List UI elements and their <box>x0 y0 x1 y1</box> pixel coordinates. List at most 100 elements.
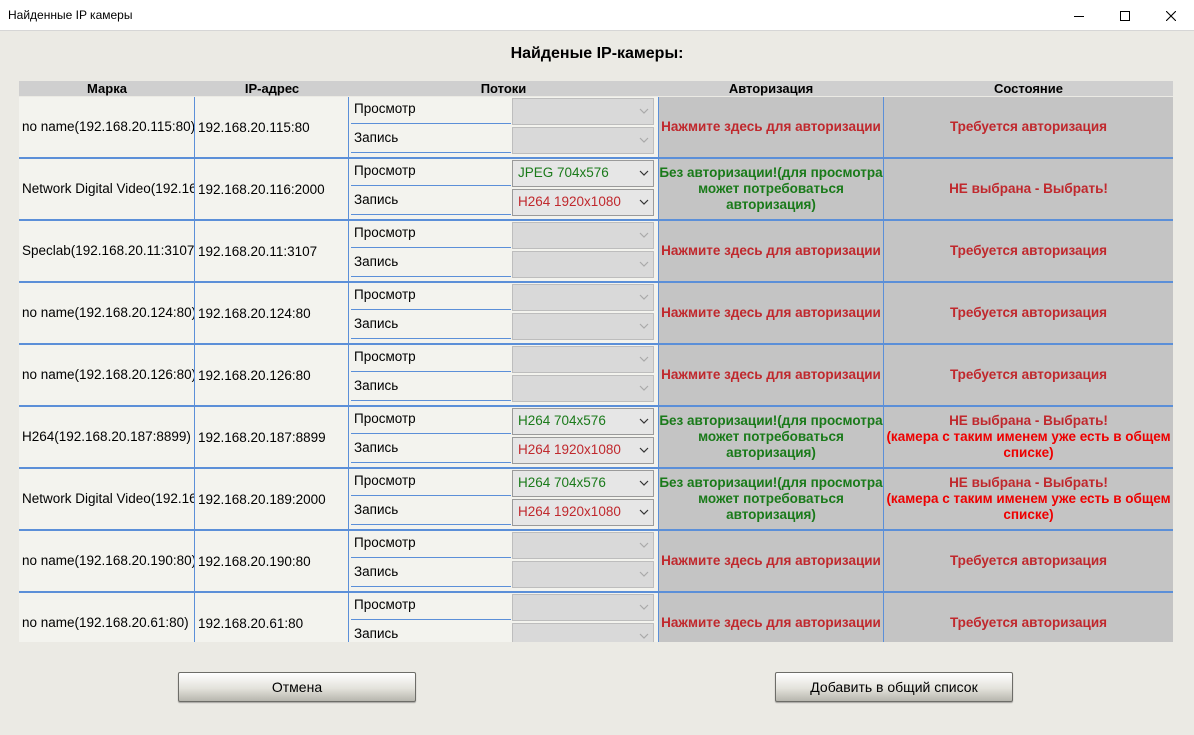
add-to-list-button[interactable]: Добавить в общий список <box>775 672 1013 702</box>
chevron-down-icon <box>639 542 649 548</box>
close-icon <box>1166 10 1176 21</box>
view-stream-label: Просмотр <box>351 593 511 620</box>
record-stream-select[interactable]: H264 1920x1080 <box>512 189 654 216</box>
auth-status: Нажмите здесь для авторизации <box>661 367 881 382</box>
brand-cell: no name(192.168.20.190:80) <box>19 531 195 591</box>
state-cell[interactable]: Требуется авторизация <box>884 345 1173 405</box>
cancel-button[interactable]: Отмена <box>178 672 416 702</box>
record-stream-select[interactable] <box>512 623 654 642</box>
camera-state: Требуется авторизация <box>949 553 1108 568</box>
camera-ip: 192.168.20.189:2000 <box>198 491 326 507</box>
auth-status: Без авторизации!(для просмотра может пот… <box>659 165 883 212</box>
view-stream-select[interactable]: H264 704x576 <box>512 408 654 435</box>
camera-state: Требуется авторизация <box>949 305 1108 320</box>
camera-state: НЕ выбрана - Выбрать! <box>949 413 1108 428</box>
state-text-group: Требуется авторизация <box>950 305 1107 321</box>
state-cell[interactable]: Требуется авторизация <box>884 221 1173 281</box>
auth-cell[interactable]: Без авторизации!(для просмотра может пот… <box>658 407 884 467</box>
record-stream-select[interactable] <box>512 561 654 588</box>
maximize-icon <box>1120 10 1130 21</box>
chevron-down-icon <box>639 170 649 176</box>
state-cell[interactable]: Требуется авторизация <box>884 97 1173 157</box>
view-stream-select[interactable] <box>512 98 654 125</box>
streams-cell: Просмотр Запись H264 704x576 H264 1920x1080 <box>349 407 658 467</box>
state-text-group: НЕ выбрана - Выбрать! <box>949 181 1108 197</box>
view-stream-select[interactable] <box>512 532 654 559</box>
record-stream-select[interactable]: H264 1920x1080 <box>512 437 654 464</box>
record-stream-select[interactable] <box>512 251 654 278</box>
auth-cell[interactable]: Нажмите здесь для авторизации <box>658 221 884 281</box>
chevron-down-icon <box>639 199 649 205</box>
column-header-brand: Марка <box>87 81 127 96</box>
brand-cell: no name(192.168.20.115:80) <box>19 97 195 157</box>
record-stream-select[interactable]: H264 1920x1080 <box>512 499 654 526</box>
table-row: Speclab(192.168.20.11:3107) 192.168.20.11… <box>19 221 1173 283</box>
streams-cell: Просмотр Запись JPEG 704x576 H264 1920x1080 <box>349 159 658 219</box>
view-stream-select[interactable]: H264 704x576 <box>512 470 654 497</box>
camera-state: Требуется авторизация <box>949 243 1108 258</box>
chevron-down-icon <box>639 137 649 143</box>
state-cell[interactable]: Требуется авторизация <box>884 593 1173 642</box>
minimize-button[interactable] <box>1056 0 1102 31</box>
view-stream-select[interactable] <box>512 284 654 311</box>
record-stream-label: Запись <box>351 188 511 215</box>
view-stream-select[interactable] <box>512 346 654 373</box>
record-stream-label: Запись <box>351 498 511 525</box>
record-stream-select[interactable] <box>512 127 654 154</box>
auth-cell[interactable]: Нажмите здесь для авторизации <box>658 283 884 343</box>
column-header-auth: Авторизация <box>728 81 814 96</box>
brand-cell: no name(192.168.20.126:80) <box>19 345 195 405</box>
auth-cell[interactable]: Нажмите здесь для авторизации <box>658 97 884 157</box>
chevron-down-icon <box>639 232 649 238</box>
auth-status: Нажмите здесь для авторизации <box>661 615 881 630</box>
view-stream-select[interactable] <box>512 594 654 621</box>
camera-brand: Network Digital Video(192.168.20.189:200… <box>22 491 194 506</box>
chevron-down-icon <box>639 447 649 453</box>
state-cell[interactable]: НЕ выбрана - Выбрать! (камера с таким име… <box>884 407 1173 467</box>
view-stream-label: Просмотр <box>351 283 511 310</box>
auth-cell[interactable]: Нажмите здесь для авторизации <box>658 345 884 405</box>
view-stream-select[interactable]: JPEG 704x576 <box>512 160 654 187</box>
camera-state-note: (камера с таким именем уже есть в общем … <box>886 429 1171 460</box>
view-stream-value: H264 704x576 <box>518 475 606 490</box>
ip-cell: 192.168.20.187:8899 <box>195 407 349 467</box>
camera-ip: 192.168.20.61:80 <box>198 615 304 631</box>
view-stream-label: Просмотр <box>351 97 511 124</box>
column-header-ip: IP-адрес <box>244 81 300 96</box>
record-stream-label: Запись <box>351 622 511 642</box>
record-stream-value: H264 1920x1080 <box>518 442 621 457</box>
state-cell[interactable]: НЕ выбрана - Выбрать! <box>884 159 1173 219</box>
title-bar: Найденные IP камеры <box>0 0 1194 31</box>
view-stream-value: H264 704x576 <box>518 413 606 428</box>
view-stream-select[interactable] <box>512 222 654 249</box>
camera-ip: 192.168.20.190:80 <box>198 553 311 569</box>
camera-ip: 192.168.20.126:80 <box>198 367 311 383</box>
state-cell[interactable]: Требуется авторизация <box>884 283 1173 343</box>
auth-cell[interactable]: Нажмите здесь для авторизации <box>658 593 884 642</box>
camera-ip: 192.168.20.124:80 <box>198 305 311 321</box>
state-text-group: НЕ выбрана - Выбрать! (камера с таким име… <box>884 475 1173 523</box>
auth-cell[interactable]: Нажмите здесь для авторизации <box>658 531 884 591</box>
auth-cell[interactable]: Без авторизации!(для просмотра может пот… <box>658 159 884 219</box>
maximize-button[interactable] <box>1102 0 1148 31</box>
record-stream-label: Запись <box>351 312 511 339</box>
ip-cell: 192.168.20.61:80 <box>195 593 349 642</box>
brand-cell: Network Digital Video(192.168.20.116:200… <box>19 159 195 219</box>
brand-cell: Speclab(192.168.20.11:3107) <box>19 221 195 281</box>
state-cell[interactable]: Требуется авторизация <box>884 531 1173 591</box>
record-stream-select[interactable] <box>512 375 654 402</box>
camera-state: НЕ выбрана - Выбрать! <box>949 475 1108 490</box>
chevron-down-icon <box>639 323 649 329</box>
chevron-down-icon <box>639 108 649 114</box>
record-stream-value: H264 1920x1080 <box>518 504 621 519</box>
auth-cell[interactable]: Без авторизации!(для просмотра может пот… <box>658 469 884 529</box>
record-stream-select[interactable] <box>512 313 654 340</box>
streams-cell: Просмотр Запись <box>349 345 658 405</box>
view-stream-label: Просмотр <box>351 469 511 496</box>
camera-state: Требуется авторизация <box>949 367 1108 382</box>
camera-ip: 192.168.20.115:80 <box>198 119 310 135</box>
close-button[interactable] <box>1148 0 1194 31</box>
state-cell[interactable]: НЕ выбрана - Выбрать! (камера с таким име… <box>884 469 1173 529</box>
chevron-down-icon <box>639 633 649 639</box>
ip-cell: 192.168.20.189:2000 <box>195 469 349 529</box>
